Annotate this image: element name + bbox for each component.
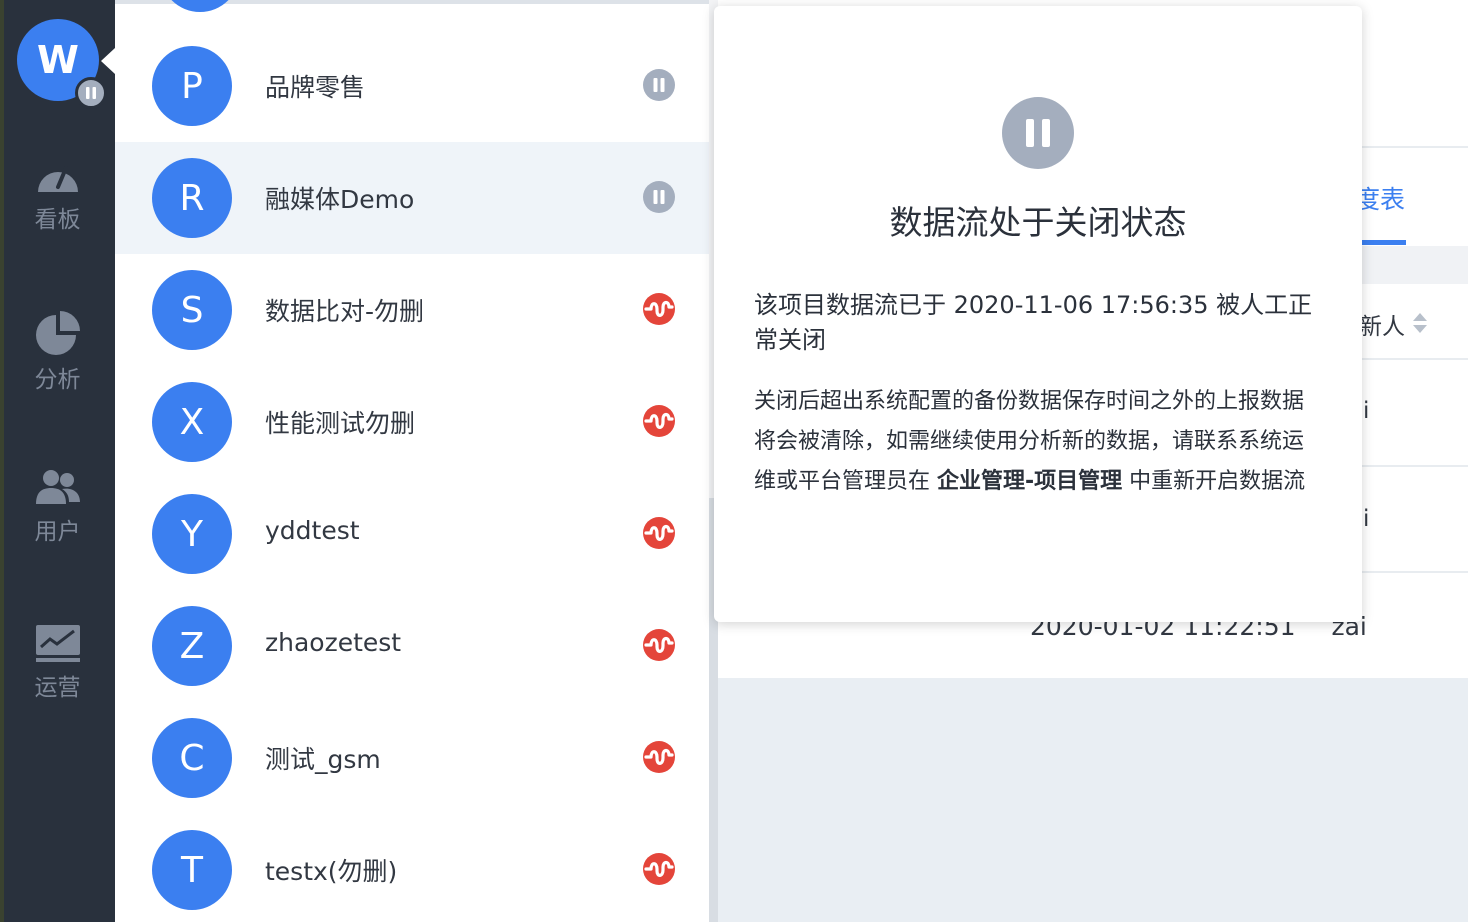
project-letter-avatar: Y	[152, 494, 232, 574]
project-letter-avatar: S	[152, 270, 232, 350]
nav-label: 运营	[34, 675, 81, 701]
current-project-avatar[interactable]: W	[17, 19, 107, 109]
popover-description: 关闭后超出系统配置的备份数据保存时间之外的上报数据将会被清除，如需继续使用分析新…	[754, 382, 1324, 502]
project-letter-avatar: P	[152, 46, 232, 126]
tab-active-underline	[1359, 240, 1406, 245]
column-header-updater[interactable]: 新人	[1359, 307, 1405, 341]
current-project-letter: W	[37, 38, 79, 82]
nav-item-users[interactable]: 用户	[0, 468, 115, 546]
description-text: 中重新开启数据流	[1122, 469, 1306, 494]
users-icon	[35, 470, 80, 504]
project-row[interactable]: C 测试_gsm	[115, 702, 709, 814]
data-flow-running-icon	[643, 517, 675, 549]
nav-item-operations[interactable]: 运营	[0, 624, 115, 702]
dashboard-gauge-icon	[37, 166, 78, 192]
project-name: 融媒体Demo	[265, 185, 415, 214]
data-flow-running-icon	[643, 853, 675, 885]
nav-label: 分析	[34, 367, 81, 393]
popover-pointer	[101, 48, 115, 74]
project-row[interactable]: T testx(勿删)	[115, 814, 709, 922]
project-letter-avatar: X	[152, 382, 232, 462]
nav-label: 用户	[34, 519, 81, 545]
data-flow-running-icon	[643, 293, 675, 325]
project-name: 品牌零售	[265, 73, 366, 102]
project-letter-avatar: R	[152, 158, 232, 238]
project-letter-avatar: Z	[152, 606, 232, 686]
nav-item-analysis[interactable]: 分析	[0, 310, 115, 394]
pause-icon	[643, 69, 675, 101]
data-flow-running-icon	[643, 405, 675, 437]
pause-icon	[643, 181, 675, 213]
project-row[interactable]: S 数据比对-勿删	[115, 254, 709, 366]
data-flow-status-popover: 数据流处于关闭状态 该项目数据流已于 2020-11-06 17:56:35 被…	[714, 6, 1362, 622]
nav-edge	[0, 0, 4, 922]
project-letter-avatar: T	[152, 830, 232, 910]
table-cell: i	[1363, 506, 1370, 532]
nav-item-dashboard[interactable]: 看板	[0, 156, 115, 234]
project-letter-avatar: C	[152, 718, 232, 798]
data-flow-running-icon	[643, 629, 675, 661]
popover-title: 数据流处于关闭状态	[889, 203, 1187, 242]
project-name: yddtest	[265, 516, 360, 545]
pause-icon	[1002, 97, 1074, 169]
project-name: testx(勿删)	[265, 857, 398, 886]
project-row[interactable]: P 品牌零售	[115, 30, 709, 142]
project-row[interactable]: Z zhaozetest	[115, 590, 709, 702]
tab-report[interactable]: 度表	[1355, 180, 1405, 216]
project-row-selected[interactable]: R 融媒体Demo	[115, 142, 709, 254]
project-name: 数据比对-勿删	[265, 297, 425, 326]
project-name: zhaozetest	[265, 628, 402, 657]
table-cell: i	[1363, 398, 1370, 424]
data-flow-running-icon	[643, 741, 675, 773]
management-path: 企业管理-项目管理	[937, 469, 1123, 494]
project-list: P 品牌零售 R 融媒体Demo S 数据比对-勿删 X 性能测试勿删 Y yd	[115, 0, 709, 922]
sort-icon[interactable]	[1412, 312, 1428, 334]
left-nav: W 看板 分析 用户 运营	[0, 0, 115, 922]
pie-chart-icon	[35, 311, 80, 355]
project-row[interactable]: X 性能测试勿删	[115, 366, 709, 478]
operations-chart-icon	[35, 625, 80, 662]
project-name: 性能测试勿删	[265, 409, 416, 438]
nav-label: 看板	[34, 207, 81, 233]
project-name: 测试_gsm	[265, 745, 381, 774]
popover-closed-info: 该项目数据流已于 2020-11-06 17:56:35 被人工正常关闭	[754, 291, 1313, 354]
pause-icon	[75, 77, 107, 109]
project-row[interactable]: Y yddtest	[115, 478, 709, 590]
